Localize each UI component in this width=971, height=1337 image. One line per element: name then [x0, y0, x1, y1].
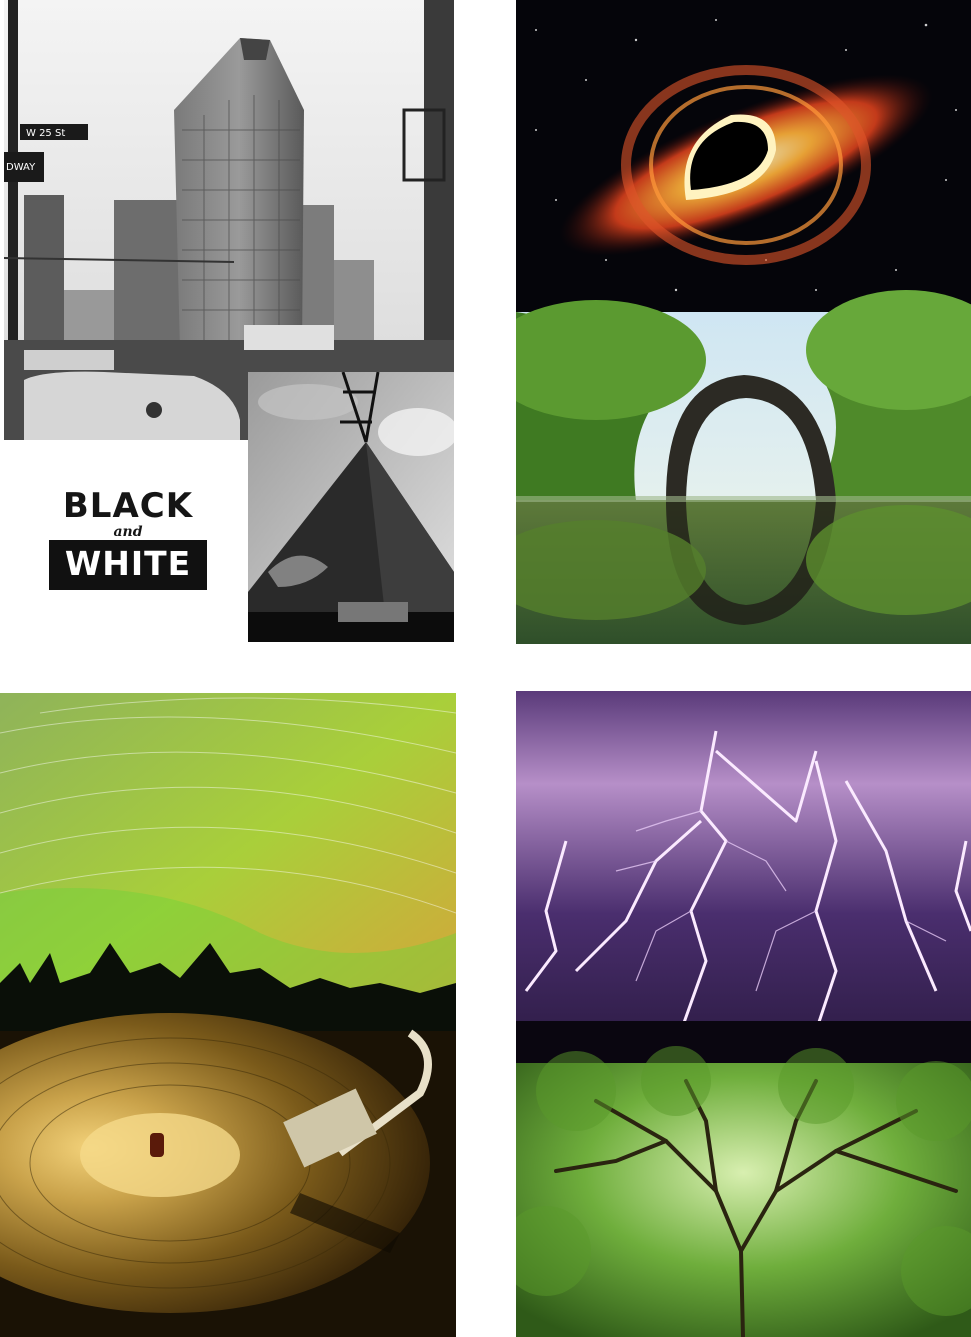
aurora-and-vinyl-collage [0, 693, 456, 1337]
arch-bridge-scene [516, 290, 971, 644]
record-turntable [0, 1013, 456, 1337]
aurora-star-trails [0, 693, 456, 1031]
black-hole-and-bridge-photo [516, 0, 971, 644]
lightning-and-canopy-photo [516, 691, 971, 1337]
logo-black-text: BLACK [62, 486, 194, 526]
street-sign-w25: W 25 St [26, 128, 65, 139]
lightning-and-trees-collage [516, 691, 971, 1337]
glass-pyramid-photo [248, 372, 454, 642]
black-and-white-collage: W 25 St DWAY BLACK and WHITE [0, 0, 456, 644]
street-sign-broadway: DWAY [6, 162, 36, 173]
aurora-and-turntable-photo [0, 693, 456, 1337]
logo-white-text: WHITE [49, 540, 207, 590]
space-and-bridge-collage [516, 0, 971, 644]
lightning-storm [516, 691, 971, 1063]
tree-canopy [516, 1046, 971, 1337]
black-and-white-logo: BLACK and WHITE [40, 486, 216, 604]
logo-and-text: and [113, 524, 143, 540]
